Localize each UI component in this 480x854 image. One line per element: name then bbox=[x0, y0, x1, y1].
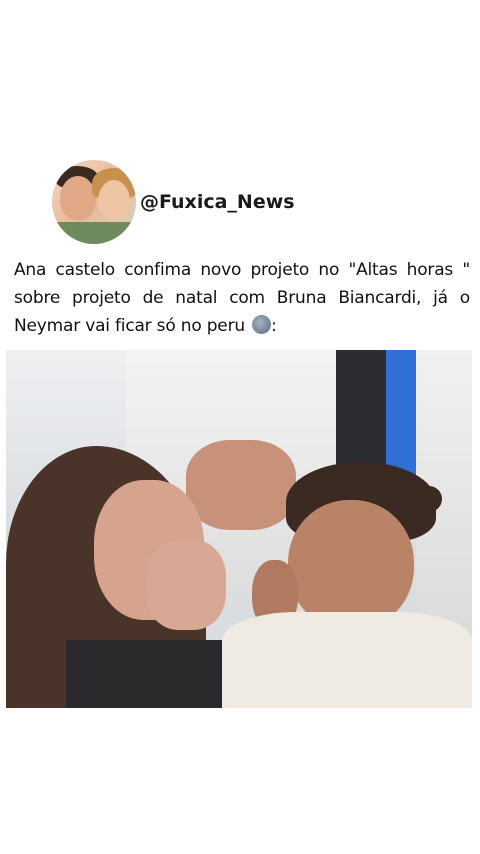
photo-clasped-hands bbox=[186, 440, 296, 530]
account-avatar[interactable] bbox=[52, 160, 136, 244]
account-handle[interactable]: @Fuxica_News bbox=[140, 191, 295, 213]
photo-woman-hand bbox=[146, 540, 226, 630]
photo-woman-top bbox=[66, 640, 226, 708]
post-header: @Fuxica_News bbox=[52, 160, 295, 244]
post-caption: Ana castelo confima novo projeto no "Alt… bbox=[14, 256, 470, 340]
caption-suffix: : bbox=[271, 316, 277, 336]
post-photo bbox=[6, 350, 472, 708]
photo-child-hair-bun bbox=[416, 486, 442, 512]
avatar-figure-face bbox=[60, 176, 96, 220]
moon-face-icon bbox=[252, 315, 272, 334]
photo-child-shirt bbox=[222, 612, 472, 708]
avatar-figure-face-2 bbox=[98, 180, 130, 222]
photo-child-face bbox=[288, 500, 414, 630]
avatar-figure-shirt bbox=[52, 222, 136, 244]
caption-text: Ana castelo confima novo projeto no "Alt… bbox=[14, 260, 470, 336]
